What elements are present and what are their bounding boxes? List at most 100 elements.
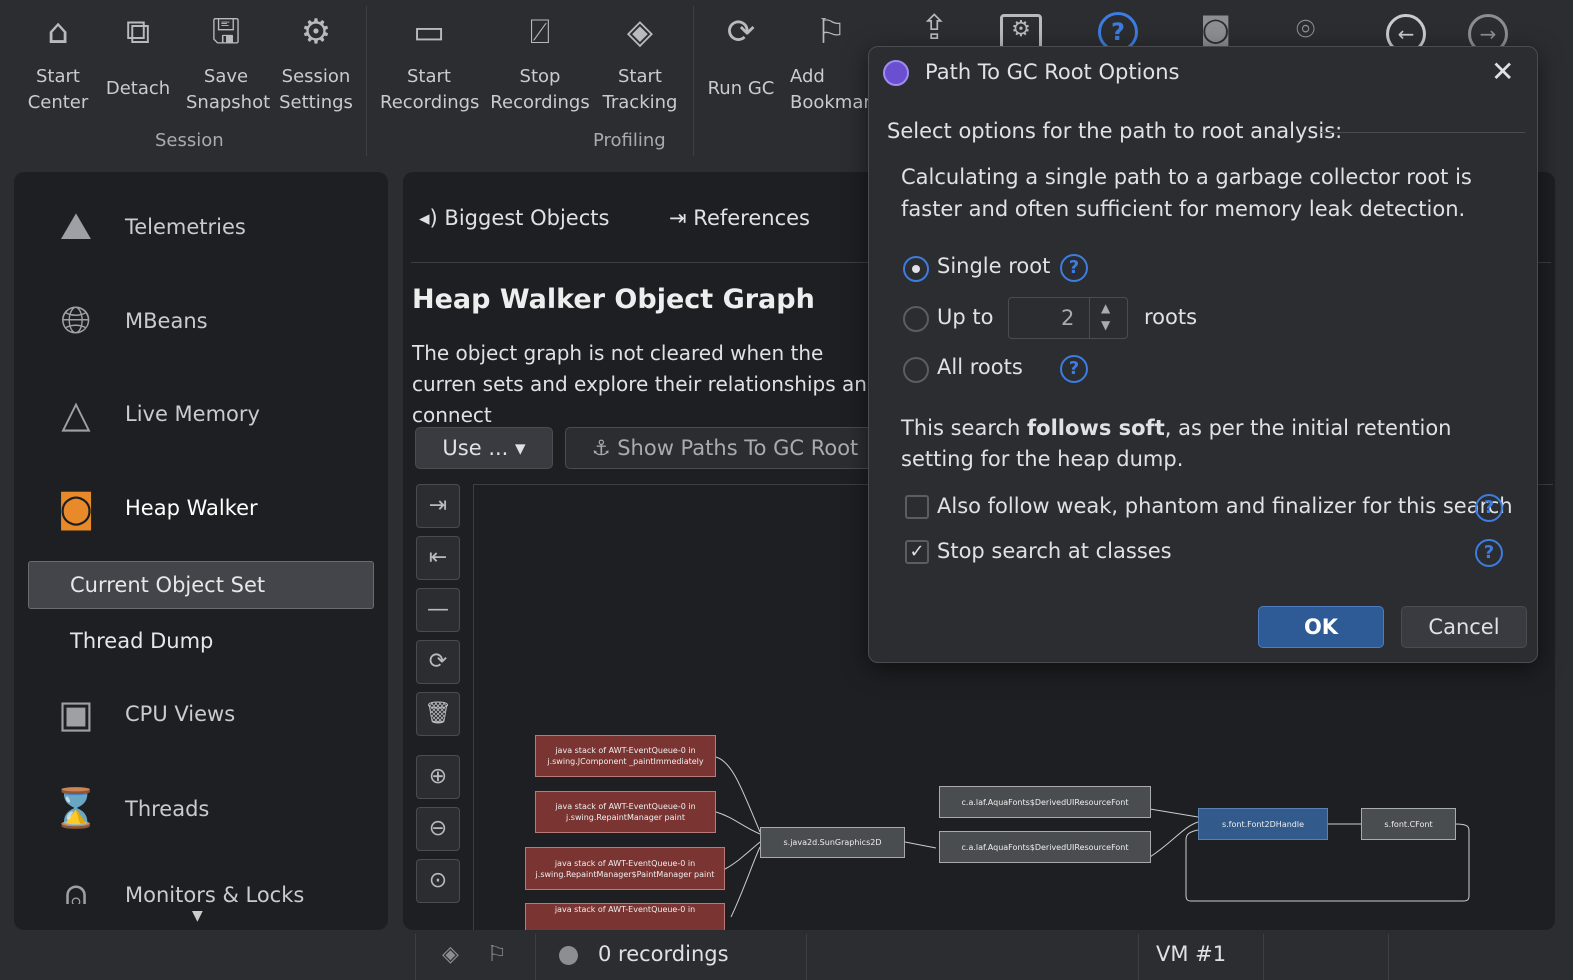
lock-icon: ⍝ [64, 872, 88, 904]
graph-node[interactable]: java stack of AWT-EventQueue-0 in j.swin… [535, 791, 716, 833]
sidebar-item-heap-walker[interactable]: ◙ Heap Walker [47, 486, 258, 530]
graph-node[interactable]: java stack of AWT-EventQueue-0 in j.swin… [535, 735, 716, 777]
session-settings-button[interactable]: ⚙ Session Settings [278, 8, 354, 116]
app-logo-icon [883, 60, 909, 86]
sidebar: ⛰ Telemetries 🌐︎ MBeans △ Live Memory ◙ Heap… [14, 172, 388, 930]
divider [535, 934, 536, 980]
chart-icon: ⛰ [60, 204, 92, 248]
help-icon[interactable]: ? [1475, 539, 1503, 567]
edge [1149, 808, 1199, 818]
status-bar: ◈ ⚐ 0 recordings VM #1 [0, 934, 1573, 980]
graph-node[interactable]: s.java2d.SunGraphics2D [760, 827, 905, 858]
start-tracking-button[interactable]: ◈ Start Tracking [600, 8, 680, 116]
help-icon[interactable]: ? [1475, 494, 1503, 522]
up-to-label: Up to [937, 305, 994, 329]
path-to-gc-root-dialog: Path To GC Root Options ✕ Select options… [868, 46, 1538, 663]
divider [1089, 298, 1090, 338]
increment-icon[interactable]: ▲ [1101, 301, 1110, 315]
follow-weak-checkbox[interactable] [905, 495, 929, 519]
single-root-radio[interactable] [903, 256, 929, 282]
sidebar-overflow: ⍝ Monitors & Locks [14, 862, 388, 904]
graph-node[interactable]: c.a.laf.AquaFonts$DerivedUIResourceFont [939, 831, 1151, 863]
location-pin-icon[interactable]: ⌾ [1296, 10, 1315, 49]
video-off-icon: ⍁ [529, 12, 551, 52]
export-icon[interactable]: ⇪ [920, 8, 949, 48]
cancel-button[interactable]: Cancel [1401, 606, 1527, 648]
graph-node[interactable]: java stack of AWT-EventQueue-0 in [525, 903, 725, 930]
up-to-radio[interactable] [903, 306, 929, 332]
stop-recordings-button[interactable]: ⍁ Stop Recordings [490, 8, 590, 116]
help-icon[interactable]: ? [1060, 355, 1088, 383]
roots-label: roots [1144, 305, 1198, 329]
follow-weak-label: Also follow weak, phantom and finalizer … [937, 494, 1513, 518]
detach-button[interactable]: ⧉ Detach [104, 8, 172, 102]
edge [730, 846, 761, 918]
scroll-down-icon[interactable]: ▼ [192, 908, 203, 924]
stop-at-classes-checkbox[interactable]: ✓ [905, 540, 929, 564]
decrement-icon[interactable]: ▼ [1101, 318, 1110, 332]
divider [1263, 934, 1264, 980]
graph-node[interactable]: s.font.CFont [1361, 808, 1456, 840]
divider [1388, 934, 1389, 980]
tracking-icon[interactable]: ◈ [442, 942, 459, 967]
stop-at-classes-label: Stop search at classes [937, 539, 1172, 563]
refresh-icon: ⟳ [726, 12, 756, 52]
camera-icon: ◙ [57, 486, 95, 530]
recordings-count: 0 recordings [598, 942, 729, 966]
sidebar-item-mbeans[interactable]: 🌐︎ MBeans [47, 298, 208, 343]
start-center-button[interactable]: ⌂ Start Center [22, 8, 94, 116]
home-icon: ⌂ [47, 12, 69, 52]
edge [1149, 821, 1199, 858]
shapes-icon: △ [61, 392, 91, 436]
divider [693, 6, 694, 156]
tracking-icon: ◈ [626, 12, 654, 52]
single-root-label: Single root [937, 254, 1051, 278]
sidebar-item-monitors-locks[interactable]: ⍝ Monitors & Locks [47, 872, 305, 904]
divider [806, 934, 807, 980]
all-roots-label: All roots [937, 355, 1023, 379]
section-label: Select options for the path to root anal… [887, 119, 1343, 143]
sidebar-item-live-memory[interactable]: △ Live Memory [47, 392, 260, 436]
recording-indicator-icon [559, 946, 578, 965]
divider [366, 6, 367, 156]
start-recordings-button[interactable]: ▭ Start Recordings [380, 8, 479, 116]
settings-box-icon[interactable]: ⚙ [1000, 14, 1042, 50]
intro-text: Calculating a single path to a garbage c… [901, 165, 1472, 221]
session-group-label: Session [155, 130, 224, 151]
save-snapshot-button[interactable]: 🖫 Save Snapshot [186, 8, 270, 116]
video-icon: ▭ [412, 12, 446, 52]
sidebar-subitem-current-object-set[interactable]: Current Object Set [28, 561, 374, 609]
graph-node[interactable]: c.a.laf.AquaFonts$DerivedUIResourceFont [939, 786, 1151, 818]
gear-icon: ⚙ [300, 12, 332, 52]
divider [415, 934, 416, 980]
add-bookmark-button[interactable]: ⚐ Add Bookmark [788, 8, 881, 116]
graph-node[interactable]: java stack of AWT-EventQueue-0 in j.swin… [525, 847, 725, 890]
edge [724, 841, 761, 870]
all-roots-radio[interactable] [903, 357, 929, 383]
divider [1138, 934, 1139, 980]
flag-icon[interactable]: ⚐ [487, 942, 507, 967]
vm-label[interactable]: VM #1 [1156, 942, 1226, 966]
sidebar-item-threads[interactable]: ⌛ Threads [47, 786, 209, 831]
roots-count-spinner[interactable]: 2 ▲ ▼ [1008, 297, 1128, 339]
threads-icon: ⌛ [52, 786, 100, 830]
camera-icon[interactable]: ◙ [1200, 10, 1231, 48]
help-icon[interactable]: ? [1060, 254, 1088, 282]
bookmark-icon: ⚐ [815, 12, 847, 52]
detach-icon: ⧉ [125, 12, 151, 52]
cpu-icon: ▣ [58, 692, 94, 736]
ok-button[interactable]: OK [1258, 606, 1384, 648]
sidebar-subitem-thread-dump[interactable]: Thread Dump [70, 629, 213, 653]
graph-node-selected[interactable]: s.font.Font2DHandle [1198, 808, 1328, 840]
edge [904, 841, 937, 849]
close-icon[interactable]: ✕ [1491, 55, 1514, 88]
globe-icon: 🌐︎ [60, 298, 92, 342]
profiling-group-label: Profiling [593, 130, 666, 151]
dialog-title: Path To GC Root Options [925, 60, 1180, 84]
sidebar-item-telemetries[interactable]: ⛰ Telemetries [47, 204, 246, 249]
sidebar-item-cpu-views[interactable]: ▣ CPU Views [47, 692, 235, 736]
divider [1321, 132, 1525, 133]
run-gc-button[interactable]: ⟳ Run GC [704, 8, 778, 102]
save-icon: 🖫 [211, 12, 241, 52]
retention-note: This search follows soft, as per the ini… [901, 416, 1452, 471]
